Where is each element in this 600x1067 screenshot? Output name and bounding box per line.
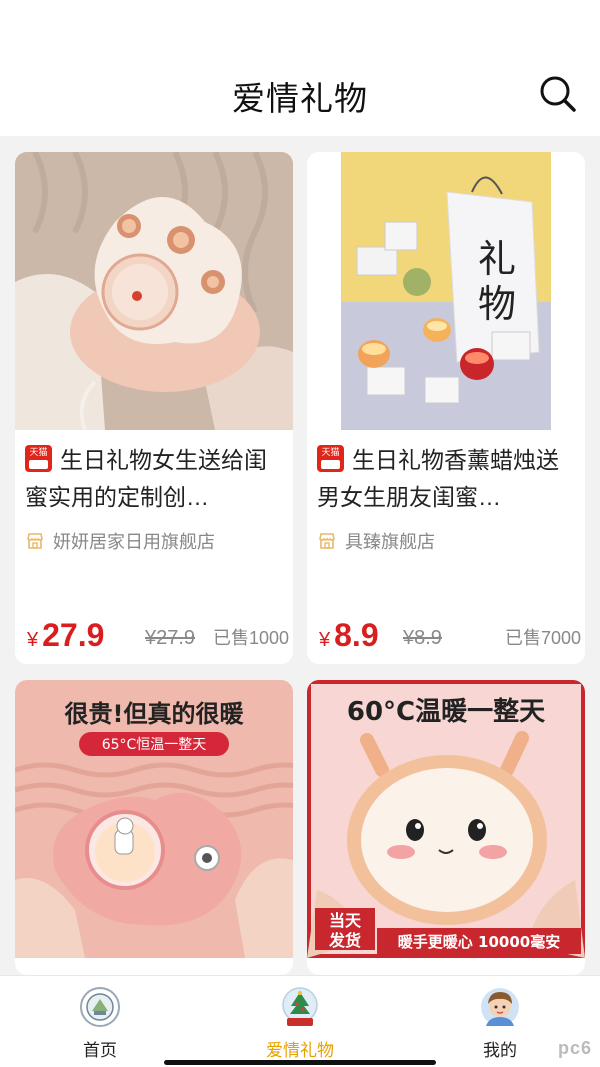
promo-footer: 暖手更暖心 10000毫安 — [398, 933, 560, 951]
product-image[interactable]: 很贵!但真的很暖 65°C恒温一整天 — [15, 680, 293, 958]
watermark-logo: pc6 — [557, 1038, 592, 1058]
christmas-tree-icon — [279, 986, 321, 1028]
tmall-badge-icon: 天猫 — [25, 445, 52, 472]
tab-love-gifts-label: 爱情礼物 — [266, 1041, 334, 1060]
price-row: ¥8.9 ¥8.9 已售7000 — [319, 617, 581, 654]
home-indicator[interactable] — [164, 1060, 436, 1065]
avatar-icon — [479, 986, 521, 1028]
shop-icon — [27, 533, 43, 549]
price: ¥8.9 — [319, 617, 379, 653]
product-image[interactable]: 礼 物 — [307, 152, 585, 430]
header: 爱情礼物 — [0, 0, 600, 136]
tab-profile[interactable]: 我的 — [440, 986, 560, 1061]
product-image[interactable]: 60°C温暖一整天 当天 发货 暖手更暖心 10000毫安 — [307, 680, 585, 958]
tab-home[interactable]: 首页 — [40, 986, 160, 1061]
tab-bar: 首页 爱情礼物 我的 — [0, 975, 600, 1067]
shop-icon — [319, 533, 335, 549]
svg-text:当天: 当天 — [329, 911, 362, 930]
original-price: ¥27.9 — [145, 627, 196, 649]
shop-name[interactable]: 具臻旗舰店 — [317, 528, 435, 554]
tab-home-label: 首页 — [83, 1041, 117, 1060]
tmall-badge-icon: 天猫 — [317, 445, 344, 472]
svg-text:发货: 发货 — [328, 931, 361, 950]
product-image[interactable] — [15, 152, 293, 430]
price: ¥27.9 — [27, 617, 105, 653]
search-button[interactable] — [538, 74, 578, 114]
seal-icon — [79, 986, 121, 1028]
product-card[interactable]: 60°C温暖一整天 当天 发货 暖手更暖心 10000毫安 — [307, 680, 585, 975]
product-card[interactable]: 礼 物 天猫 生日礼物香薰蜡烛送男女生朋友闺蜜… 具臻旗舰店 ¥ 8.9 ¥8.… — [307, 152, 585, 664]
tab-love-gifts[interactable]: 爱情礼物 — [240, 986, 360, 1061]
sold-count: 已售1000 — [212, 628, 289, 648]
page: 爱情礼物 天猫 生日礼物女生送给闺蜜实用的定制创… 妍妍居家日用旗舰店 ¥ 27… — [0, 0, 600, 1067]
gift-text: 礼 — [478, 237, 516, 281]
product-title[interactable]: 天猫 生日礼物女生送给闺蜜实用的定制创… — [25, 442, 287, 516]
product-card[interactable]: 天猫 生日礼物女生送给闺蜜实用的定制创… 妍妍居家日用旗舰店 ¥27.9 ¥27.… — [15, 152, 293, 664]
shop-name[interactable]: 妍妍居家日用旗舰店 — [25, 528, 215, 554]
product-card[interactable]: 很贵!但真的很暖 65°C恒温一整天 — [15, 680, 293, 975]
tab-profile-label: 我的 — [483, 1041, 517, 1060]
svg-text:物: 物 — [478, 282, 516, 326]
search-icon — [540, 76, 576, 112]
price-row: ¥27.9 ¥27.9 已售1000 — [27, 617, 289, 654]
original-price: ¥8.9 — [403, 627, 442, 649]
promo-headline: 60°C温暖一整天 — [347, 696, 545, 727]
promo-subline: 65°C恒温一整天 — [102, 737, 207, 753]
sold-count: 已售7000 — [504, 628, 581, 648]
page-title: 爱情礼物 — [232, 80, 368, 117]
promo-headline: 很贵!但真的很暖 — [65, 700, 245, 728]
product-title[interactable]: 天猫 生日礼物香薰蜡烛送男女生朋友闺蜜… — [317, 442, 579, 516]
